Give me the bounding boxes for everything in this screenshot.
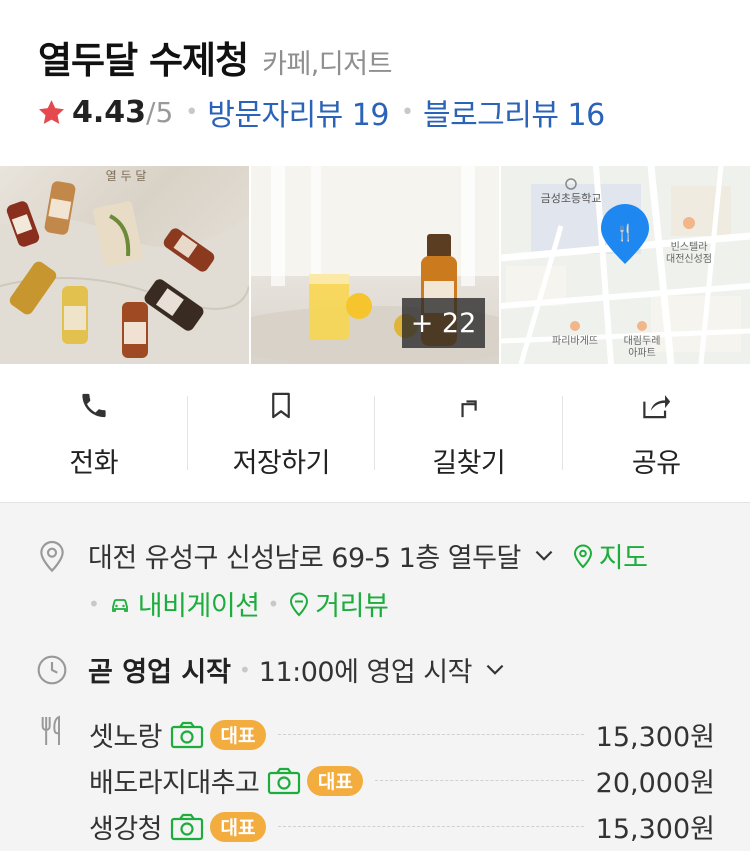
rating-row: 4.43 /5 • 방문자리뷰 19 • 블로그리뷰 16 [37,90,605,134]
action-bar: 전화 저장하기 길찾기 공유 [0,380,750,480]
location-pin-icon [40,540,64,572]
svg-text:🍴: 🍴 [615,223,635,242]
hours-row[interactable]: 곧 영업 시작 • 11:00에 영업 시작 [36,650,508,689]
star-icon [39,99,64,124]
dotted-leader [375,780,584,781]
directions-button[interactable]: 길찾기 [375,380,563,480]
dotted-leader [278,734,584,735]
address-links-row: • 내비게이션 • 거리뷰 [88,584,389,623]
rating-value: 4.43 [72,94,147,130]
clock-icon [37,655,67,684]
photo-map[interactable]: 금성초등학교 빈스텔라 대전신성점 파리바게뜨 대림두레 아파트 🍴 [501,166,750,364]
save-button[interactable]: 저장하기 [188,380,376,480]
menu-item-name: 배도라지대추고 [89,768,260,799]
signature-badge: 대표 [210,719,267,750]
menu-item-price: 15,300원 [595,814,715,845]
more-photos-badge[interactable]: + 22 [402,298,485,348]
place-category: 카페,디저트 [262,49,392,80]
menu-item-name: 생강청 [89,814,163,845]
camera-icon[interactable] [170,721,204,749]
hours-status: 곧 영업 시작 [88,657,231,688]
car-icon [111,598,128,612]
separator-dot: • [400,99,414,125]
directions-label: 길찾기 [432,448,506,479]
menu-item-name: 셋노랑 [89,722,163,753]
menu-item[interactable]: 셋노랑 대표 15,300원 [89,715,715,754]
photo-products[interactable]: 열 두 달 [0,166,249,364]
share-button[interactable]: 공유 [563,380,750,480]
photo-drink[interactable]: + 22 [251,166,499,364]
separator-dot: • [267,591,280,616]
streetview-link[interactable]: 거리뷰 [315,584,389,623]
map-thumbnail: 금성초등학교 빈스텔라 대전신성점 파리바게뜨 대림두레 아파트 🍴 [501,166,750,364]
map-label-school: 금성초등학교 [541,192,602,205]
call-label: 전화 [69,448,119,479]
camera-icon[interactable] [170,813,204,841]
separator-dot: • [88,591,100,616]
signature-badge: 대표 [307,765,364,796]
share-label: 공유 [631,448,681,479]
map-pin-icon [573,544,592,568]
place-name: 열두달 수제청 [38,39,249,82]
rating-max: /5 [146,95,174,129]
place-card: 열두달 수제청 카페,디저트 4.43 /5 • 방문자리뷰 19 • 블로그리… [0,0,750,503]
chevron-down-icon[interactable] [482,657,508,683]
blog-reviews-link[interactable]: 블로그리뷰 16 [423,90,605,134]
address-text: 대전 유성구 신성남로 69-5 1층 열두달 [88,543,521,574]
separator-dot: • [185,99,199,125]
photo-strip: 열 두 달 + 22 금성초등학교 빈스텔라 대전신성점 파리바게뜨 대림두레 … [0,166,750,364]
dotted-leader [278,826,584,827]
menu-item[interactable]: 생강청 대표 15,300원 [89,807,715,846]
map-link[interactable]: 지도 [599,536,648,575]
details-section: 대전 유성구 신성남로 69-5 1층 열두달 지도 • 내비게이션 • 거리뷰… [0,504,750,851]
navigation-link[interactable]: 내비게이션 [138,584,260,623]
phone-icon [82,393,106,418]
save-label: 저장하기 [232,448,331,479]
chevron-down-icon[interactable] [531,543,557,569]
share-icon [643,395,671,419]
camera-icon[interactable] [267,767,301,795]
separator-dot: • [239,657,251,682]
menu-item-price: 20,000원 [595,768,715,799]
title-row: 열두달 수제청 카페,디저트 [38,30,392,84]
menu-item-price: 15,300원 [595,722,715,753]
streetview-pin-icon [290,592,309,616]
address-row: 대전 유성구 신성남로 69-5 1층 열두달 지도 [36,536,648,575]
signature-badge: 대표 [210,811,267,842]
directions-icon [461,400,477,418]
visitor-reviews-link[interactable]: 방문자리뷰 19 [207,90,389,134]
photo-label: 열 두 달 [106,169,147,183]
bookmark-icon [272,392,291,419]
hours-detail: 11:00에 영업 시작 [258,657,473,688]
menu-utensils-icon [41,715,60,745]
menu-item[interactable]: 배도라지대추고 대표 20,000원 [89,761,715,800]
products-image: 열 두 달 [0,169,249,364]
call-button[interactable]: 전화 [0,380,188,480]
map-label-bakery: 파리바게뜨 [552,335,598,347]
